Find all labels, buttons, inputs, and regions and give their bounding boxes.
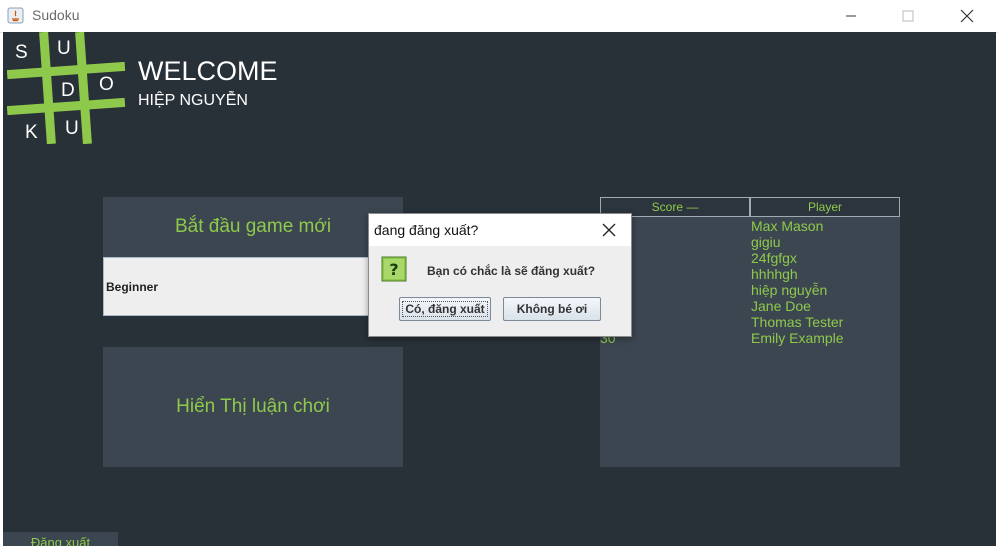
logo-letter-k: K <box>25 122 38 143</box>
sudoku-logo: S U D O K U <box>7 32 126 144</box>
player-cell: Jane Doe <box>751 298 811 314</box>
player-column: Max Mason gigiu 24fgfgx hhhhgh hiệp nguy… <box>751 218 900 346</box>
question-icon: ? <box>381 256 407 282</box>
logo-letter-s: S <box>15 42 28 63</box>
history-button[interactable]: Hiển Thị luận chơi <box>103 347 403 467</box>
confirm-logout-label: Có, đăng xuất <box>402 301 488 317</box>
logo-letter-d: D <box>61 80 75 101</box>
leaderboard-table: Score — Player 30 Max Mason gigiu 24fgfg… <box>600 197 900 467</box>
logo-letter-u: U <box>57 38 71 59</box>
player-cell: hhhhgh <box>751 266 798 282</box>
new-game-button[interactable]: Bắt đầu game mới <box>103 197 403 257</box>
player-cell: gigiu <box>751 234 781 250</box>
player-cell: Max Mason <box>751 218 824 234</box>
logout-button[interactable]: Đăng xuất <box>3 532 118 546</box>
close-icon <box>602 223 616 237</box>
logout-confirm-dialog: đang đăng xuất? ? Bạn có chắc là sẽ đăng… <box>368 213 632 337</box>
player-cell: Thomas Tester <box>751 314 844 330</box>
window-titlebar: Sudoku <box>0 0 998 33</box>
new-game-panel: Bắt đầu game mới Beginner <box>103 197 403 316</box>
java-app-icon <box>7 7 24 24</box>
player-cell: 24fgfgx <box>751 250 797 266</box>
dialog-titlebar: đang đăng xuất? <box>369 214 631 246</box>
window-title: Sudoku <box>32 7 80 23</box>
dialog-title: đang đăng xuất? <box>374 222 479 238</box>
dialog-close-button[interactable] <box>597 218 621 242</box>
confirm-logout-button[interactable]: Có, đăng xuất <box>399 297 491 321</box>
logo-letter-u2: U <box>65 118 79 139</box>
maximize-icon <box>902 10 914 22</box>
player-column-header[interactable]: Player <box>750 197 900 217</box>
level-select[interactable]: Beginner <box>103 257 403 316</box>
minimize-icon <box>846 15 856 17</box>
level-selected-value: Beginner <box>106 280 159 294</box>
player-cell: hiệp nguyễn <box>751 282 828 298</box>
logo-letter-o: O <box>99 74 114 95</box>
player-cell: Emily Example <box>751 330 844 346</box>
close-window-button[interactable] <box>944 0 990 32</box>
minimize-button[interactable] <box>828 0 874 32</box>
maximize-button[interactable] <box>885 0 931 32</box>
user-name: HIỆP NGUYỄN <box>138 92 248 109</box>
svg-text:?: ? <box>389 260 398 279</box>
dialog-message: Bạn có chắc là sẽ đăng xuất? <box>427 264 596 278</box>
close-icon <box>960 9 974 23</box>
welcome-heading: WELCOME <box>138 56 278 86</box>
cancel-logout-button[interactable]: Không bé ơi <box>503 297 601 321</box>
